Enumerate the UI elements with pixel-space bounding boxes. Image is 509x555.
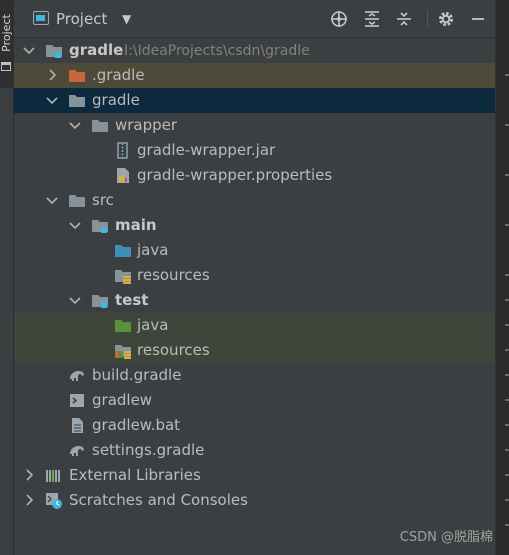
- tree-node-label: External Libraries: [69, 466, 201, 484]
- chevron-right-icon[interactable]: [45, 68, 59, 82]
- tree-node-label: gradle-wrapper.properties: [137, 166, 333, 184]
- tree-node-test-resources[interactable]: resources: [14, 338, 495, 363]
- tree-node-label: gradlew.bat: [92, 416, 181, 434]
- tree-node-label: java: [137, 316, 169, 334]
- chevron-right-icon[interactable]: [22, 468, 36, 482]
- window-icon: [1, 62, 11, 71]
- excluded-folder-icon: [68, 67, 86, 84]
- shell-script-icon: [68, 392, 86, 409]
- root-path: I:\IdeaProjects\csdn\gradle: [124, 43, 310, 59]
- tree-node-main[interactable]: main: [14, 213, 495, 238]
- tree-node-main-resources[interactable]: resources: [14, 263, 495, 288]
- project-view-title[interactable]: Project: [56, 10, 107, 28]
- tree-node-wrapper-properties[interactable]: gradle-wrapper.properties: [14, 163, 495, 188]
- test-folder-icon: [114, 317, 132, 334]
- module-folder-icon: [91, 217, 109, 234]
- tree-node-label: settings.gradle: [92, 441, 205, 459]
- tree-node-gradlew[interactable]: gradlew: [14, 388, 495, 413]
- source-folder-icon: [114, 242, 132, 259]
- scratches-icon: [45, 492, 63, 509]
- test-resources-folder-icon: [114, 342, 132, 359]
- tree-node-build-gradle[interactable]: build.gradle: [14, 363, 495, 388]
- tree-node-label: test: [115, 291, 149, 309]
- chevron-down-icon[interactable]: [68, 293, 82, 307]
- gradle-elephant-icon: [68, 367, 86, 384]
- project-view-icon: [33, 11, 49, 25]
- tree-node-label: gradlew: [92, 391, 153, 409]
- chevron-down-icon[interactable]: ▼: [122, 12, 131, 26]
- gear-icon[interactable]: [435, 8, 457, 30]
- tree-node-label: wrapper: [115, 116, 178, 134]
- tree-node-gradle-dir[interactable]: gradle: [14, 88, 495, 113]
- folder-icon: [68, 192, 86, 209]
- chevron-down-icon[interactable]: [45, 193, 59, 207]
- text-file-icon: [68, 417, 86, 434]
- tree-node-label: gradle: [92, 91, 140, 109]
- tree-node-wrapper-jar[interactable]: gradle-wrapper.jar: [14, 138, 495, 163]
- jar-file-icon: [114, 142, 132, 159]
- tree-node-gradlew-bat[interactable]: gradlew.bat: [14, 413, 495, 438]
- chevron-down-icon[interactable]: [68, 218, 82, 232]
- module-folder-icon: [45, 42, 63, 59]
- tree-node-label: java: [137, 241, 169, 259]
- module-folder-icon: [91, 292, 109, 309]
- root-label: gradle: [69, 41, 124, 59]
- project-header: Project ▼: [14, 0, 495, 38]
- tree-node-settings-gradle[interactable]: settings.gradle: [14, 438, 495, 463]
- tree-node-label: gradle-wrapper.jar: [137, 141, 276, 159]
- tree-node-wrapper[interactable]: wrapper: [14, 113, 495, 138]
- library-icon: [45, 467, 63, 484]
- project-tool-tab-label: Project: [0, 14, 13, 52]
- tree-node-label: resources: [137, 341, 210, 359]
- tree-node-test-java[interactable]: java: [14, 313, 495, 338]
- tree-node-label: main: [115, 216, 157, 234]
- properties-file-icon: [114, 167, 132, 184]
- tree-node-external-libraries[interactable]: External Libraries: [14, 463, 495, 488]
- chevron-right-icon[interactable]: [22, 493, 36, 507]
- tree-node-label: Scratches and Consoles: [69, 491, 248, 509]
- crosshair-icon[interactable]: [328, 8, 350, 30]
- tree-node-scratches[interactable]: Scratches and Consoles: [14, 488, 495, 513]
- tree-node-label: src: [92, 191, 114, 209]
- tree-node-label: .gradle: [92, 66, 145, 84]
- tree-node-dot-gradle[interactable]: .gradle: [14, 63, 495, 88]
- tree-node-test[interactable]: test: [14, 288, 495, 313]
- editor-gutter: [495, 0, 509, 555]
- tree-node-src[interactable]: src: [14, 188, 495, 213]
- tool-window-stripe: Project: [0, 0, 14, 555]
- hide-icon[interactable]: [467, 8, 489, 30]
- expand-all-icon[interactable]: [361, 8, 383, 30]
- project-tool-tab[interactable]: Project: [0, 0, 14, 88]
- gradle-elephant-icon: [68, 442, 86, 459]
- tree-node-label: build.gradle: [92, 366, 182, 384]
- toolbar-divider: [427, 10, 428, 28]
- folder-icon: [68, 92, 86, 109]
- watermark: CSDN @脱脂棉: [399, 530, 493, 545]
- collapse-all-icon[interactable]: [393, 8, 415, 30]
- tree-node-label: resources: [137, 266, 210, 284]
- chevron-down-icon[interactable]: [22, 43, 36, 57]
- resources-folder-icon: [114, 267, 132, 284]
- tree-node-main-java[interactable]: java: [14, 238, 495, 263]
- chevron-down-icon[interactable]: [45, 93, 59, 107]
- folder-icon: [91, 117, 109, 134]
- tree-node-root[interactable]: gradle I:\IdeaProjects\csdn\gradle: [14, 38, 495, 63]
- chevron-down-icon[interactable]: [68, 118, 82, 132]
